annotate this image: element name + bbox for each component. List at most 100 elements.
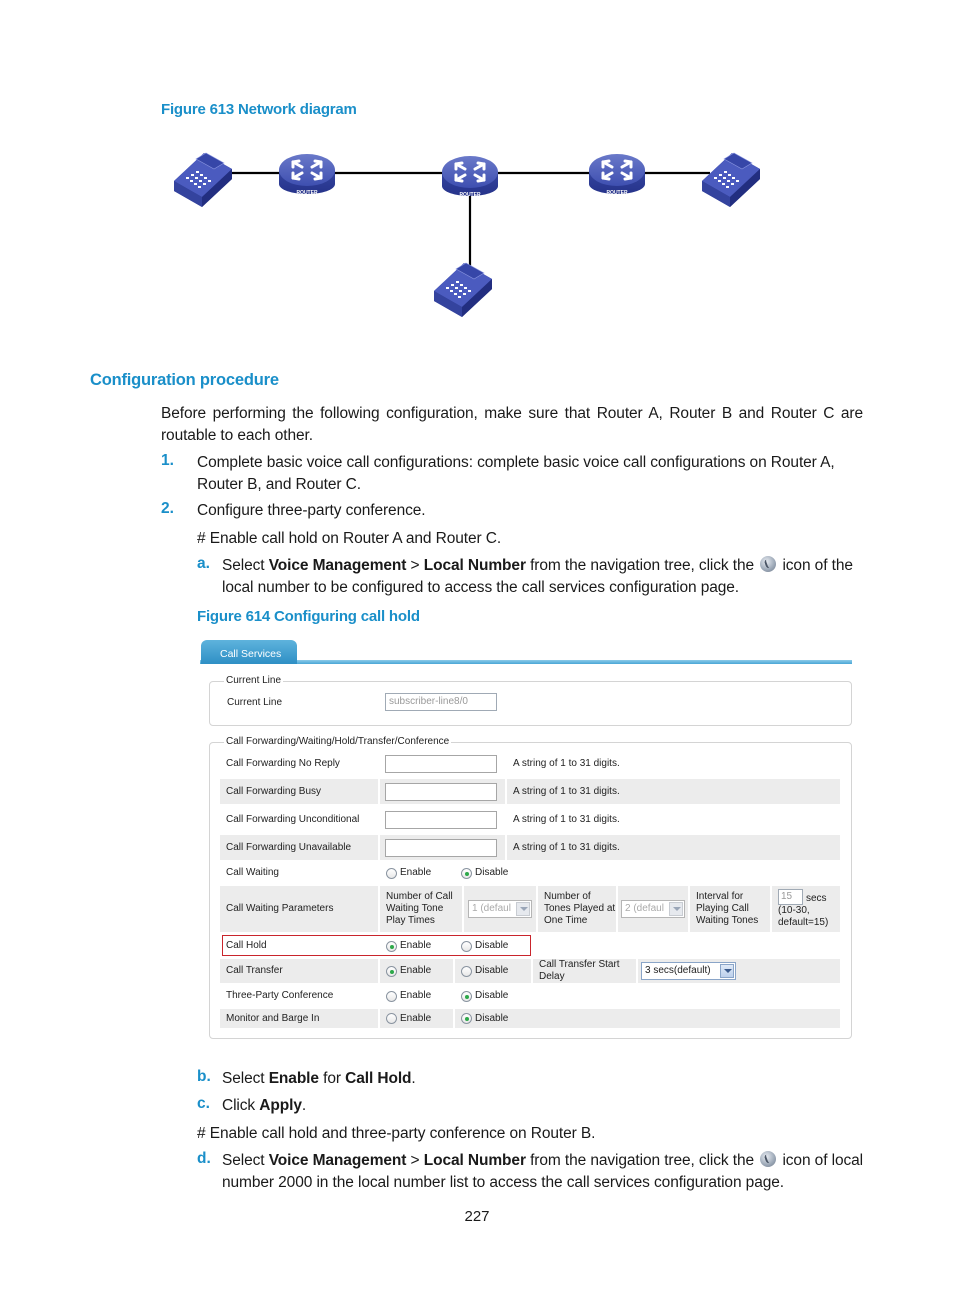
text: Select xyxy=(222,1152,269,1169)
tab-call-services[interactable]: Call Services xyxy=(201,640,297,664)
row-hint: A string of 1 to 31 digits. xyxy=(513,757,620,769)
row-label: Three-Party Conference xyxy=(226,990,334,1001)
forwarding-row: Call Forwarding No Reply A string of 1 t… xyxy=(220,751,840,776)
step-text: Configure three-party conference. xyxy=(197,502,426,519)
current-line-input[interactable]: subscriber-line8/0 xyxy=(385,693,497,711)
text: . xyxy=(411,1070,416,1087)
menu-path-voice-management: Voice Management xyxy=(268,1152,407,1169)
tone-times-select[interactable]: 1 (defaul xyxy=(468,900,532,918)
select-value: 1 (defaul xyxy=(472,903,511,914)
radio-dot xyxy=(461,990,472,1002)
radio-cell: Enable xyxy=(380,959,453,983)
radio-dot xyxy=(461,1013,472,1024)
row-label: Call Forwarding No Reply xyxy=(226,757,340,769)
comment-line: # Enable call hold and three-party confe… xyxy=(197,1125,596,1142)
radio-cell: Enable xyxy=(380,986,453,1006)
substep-a-text: Select Voice Management > Local Number f… xyxy=(222,555,867,598)
monitor-barge-enable-radio[interactable]: Enable xyxy=(386,1013,431,1025)
interval-input[interactable]: 15 xyxy=(778,889,803,905)
call-transfer-enable-radio[interactable]: Enable xyxy=(386,965,431,977)
text: Select xyxy=(222,1070,269,1087)
row-label: Call Forwarding Unconditional xyxy=(226,813,360,825)
radio-cell: Disable xyxy=(455,959,531,983)
substep-c-text: Click Apply. xyxy=(222,1095,306,1117)
param-label: Number of Tones Played at One Time xyxy=(538,886,616,932)
call-transfer-disable-radio[interactable]: Disable xyxy=(461,965,508,977)
call-services-icon xyxy=(760,1151,777,1167)
text: from the navigation tree, click the xyxy=(525,1152,759,1169)
phone-icon xyxy=(701,152,761,208)
substep-letter: b. xyxy=(197,1068,211,1085)
row-label: Call Forwarding Unavailable xyxy=(220,835,378,860)
param-label: Interval for Playing Call Waiting Tones xyxy=(690,886,770,932)
router-icon xyxy=(277,152,337,198)
radio-label: Disable xyxy=(475,965,509,976)
text: > xyxy=(406,1152,424,1169)
monitor-barge-row: Monitor and Barge In Enable Disable xyxy=(220,1009,840,1028)
page-number: 227 xyxy=(464,1208,490,1225)
interval-input-line: 15 secs xyxy=(778,889,827,905)
row-hint: A string of 1 to 31 digits. xyxy=(513,813,620,825)
call-waiting-row: Call Waiting Enable Disable xyxy=(220,862,840,884)
radio-label: Enable xyxy=(400,990,432,1001)
row-label: Call Waiting Parameters xyxy=(220,886,378,932)
network-diagram: ROUTER xyxy=(173,152,761,318)
call-waiting-disable-radio[interactable]: Disable xyxy=(461,867,508,879)
chevron-down-icon xyxy=(720,964,734,978)
interval-hint: (10-30, default=15) xyxy=(778,905,829,928)
transfer-delay-select[interactable]: 3 secs(default) xyxy=(641,962,736,980)
radio-cell: Enable xyxy=(380,862,453,884)
radio-label: Disable xyxy=(475,867,509,878)
param-label: Number of Call Waiting Tone Play Times xyxy=(380,886,462,932)
row-label: Monitor and Barge In xyxy=(220,1009,378,1028)
substep-d-text: Select Voice Management > Local Number f… xyxy=(222,1150,867,1193)
forwarding-unconditional-input[interactable] xyxy=(385,811,497,829)
radio-label: Enable xyxy=(400,867,432,878)
input-cell xyxy=(380,751,505,776)
call-transfer-row: Call Transfer Enable Disable Call Transf… xyxy=(220,959,840,983)
fieldset-legend: Call Forwarding/Waiting/Hold/Transfer/Co… xyxy=(224,736,452,747)
call-services-icon xyxy=(760,556,777,572)
text: . xyxy=(301,1097,307,1114)
substep-letter: d. xyxy=(197,1150,211,1167)
forwarding-row: Call Forwarding Busy A string of 1 to 31… xyxy=(220,779,840,804)
row-label: Call Forwarding Busy xyxy=(220,779,378,804)
interval-cell: 15 secs (10-30, default=15) xyxy=(772,886,840,932)
forwarding-busy-input[interactable] xyxy=(385,783,497,801)
call-waiting-enable-radio[interactable]: Enable xyxy=(386,867,431,879)
three-party-disable-radio[interactable]: Disable xyxy=(461,990,508,1002)
select-cell: 2 (defaul xyxy=(618,886,688,932)
input-cell xyxy=(380,807,505,832)
radio-label: Enable xyxy=(400,965,432,976)
input-cell xyxy=(380,835,505,860)
row-label: Call Waiting xyxy=(226,867,279,878)
monitor-barge-disable-radio[interactable]: Disable xyxy=(461,1013,508,1025)
option-enable: Enable xyxy=(268,1070,319,1087)
three-party-enable-radio[interactable]: Enable xyxy=(386,990,431,1002)
current-line-label: Current Line xyxy=(227,697,283,708)
radio-cell: Disable xyxy=(455,1009,840,1028)
select-cell: 3 secs(default) xyxy=(638,959,840,983)
intro-paragraph: Before performing the following configur… xyxy=(161,405,863,444)
forwarding-row: Call Forwarding Unconditional A string o… xyxy=(220,807,840,832)
call-services-panel: Call Services Current Line Current Line … xyxy=(200,638,854,1043)
radio-label: Enable xyxy=(400,1012,432,1024)
tab-underline xyxy=(200,660,852,664)
comment-line: # Enable call hold on Router A and Route… xyxy=(197,530,502,547)
menu-path-voice-management: Voice Management xyxy=(268,557,407,574)
row-label: Call Transfer xyxy=(220,959,378,983)
section-title: Configuration procedure xyxy=(90,371,279,389)
select-value: 2 (defaul xyxy=(625,903,664,914)
radio-label: Disable xyxy=(475,1012,509,1024)
radio-label: Disable xyxy=(475,990,509,1001)
substep-letter: c. xyxy=(197,1095,210,1112)
select-cell: 1 (defaul xyxy=(464,886,536,932)
forwarding-row: Call Forwarding Unavailable A string of … xyxy=(220,835,840,860)
forwarding-no-reply-input[interactable] xyxy=(385,755,497,773)
figure-614-caption: Figure 614 Configuring call hold xyxy=(197,608,420,625)
radio-dot xyxy=(461,867,472,879)
tones-per-time-select[interactable]: 2 (defaul xyxy=(621,900,685,918)
forwarding-unavailable-input[interactable] xyxy=(385,839,497,857)
radio-dot xyxy=(386,867,397,879)
radio-cell: Disable xyxy=(455,986,535,1006)
